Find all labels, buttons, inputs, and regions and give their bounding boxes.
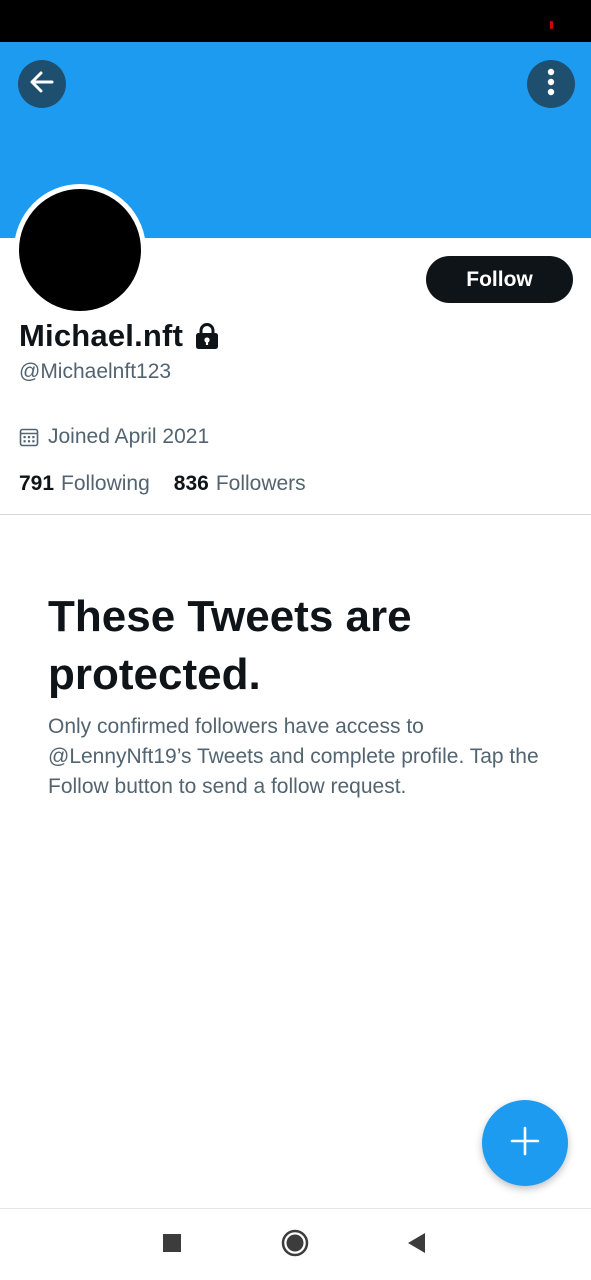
circle-icon	[280, 1228, 310, 1263]
plus-icon	[510, 1126, 540, 1161]
profile-handle: @Michaelnft123	[19, 360, 172, 383]
square-icon	[162, 1233, 182, 1258]
joined-label: Joined April 2021	[48, 425, 210, 448]
more-options-button[interactable]	[527, 60, 575, 108]
avatar-image	[19, 189, 141, 311]
avatar[interactable]	[14, 184, 146, 316]
profile-screen: Follow Michael.nft @Michaelnft123 Joined…	[0, 0, 591, 1280]
follow-button[interactable]: Follow	[426, 256, 573, 303]
following-count: 791	[19, 472, 55, 495]
back-button[interactable]	[18, 60, 66, 108]
following-link[interactable]: 791 Following	[19, 472, 150, 496]
status-indicator	[550, 21, 553, 29]
follow-stats: 791 Following 836 Followers	[19, 469, 306, 499]
display-name: Michael.nft	[19, 318, 184, 353]
following-label: Following	[61, 472, 150, 495]
followers-count: 836	[173, 472, 209, 495]
more-vertical-icon	[547, 68, 555, 101]
joined-date: Joined April 2021	[19, 423, 209, 451]
lock-icon	[195, 322, 219, 350]
calendar-icon	[19, 427, 39, 447]
display-name-row: Michael.nft	[19, 316, 219, 356]
protected-title: These Tweets are protected.	[48, 592, 412, 699]
section-divider	[0, 514, 591, 515]
home-button[interactable]	[279, 1229, 311, 1261]
followers-link[interactable]: 836 Followers	[174, 472, 306, 496]
system-back-button[interactable]	[400, 1229, 432, 1261]
status-bar	[0, 0, 591, 42]
recents-button[interactable]	[156, 1229, 188, 1261]
arrow-left-icon	[28, 68, 56, 101]
follow-button-label: Follow	[466, 267, 533, 291]
system-navigation-bar	[0, 1208, 591, 1280]
triangle-back-icon	[405, 1231, 427, 1260]
followers-label: Followers	[215, 472, 306, 495]
compose-tweet-button[interactable]	[482, 1100, 568, 1186]
protected-description: Only confirmed followers have access to …	[48, 715, 539, 798]
